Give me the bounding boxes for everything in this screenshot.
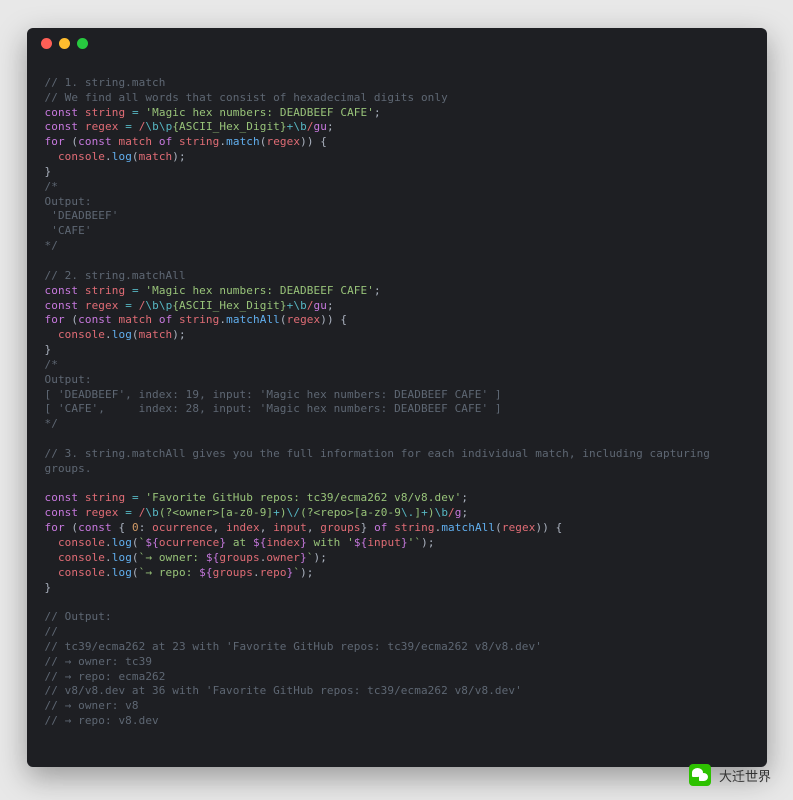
code-line: for (const { 0: ocurrence, index, input,… — [45, 521, 749, 536]
code-line: // tc39/ecma262 at 23 with 'Favorite Git… — [45, 640, 749, 655]
code-line: const string = 'Favorite GitHub repos: t… — [45, 491, 749, 506]
code-line: Output: — [45, 195, 749, 210]
watermark-label: 大迁世界 — [719, 766, 771, 785]
code-line: // v8/v8.dev at 36 with 'Favorite GitHub… — [45, 684, 749, 699]
code-editor: // 1. string.match// We find all words t… — [27, 55, 767, 737]
code-line: /* — [45, 180, 749, 195]
close-icon[interactable] — [41, 38, 52, 49]
code-line: // → owner: v8 — [45, 699, 749, 714]
code-line: // → owner: tc39 — [45, 655, 749, 670]
code-line: for (const match of string.match(regex))… — [45, 135, 749, 150]
code-line: 'CAFE' — [45, 224, 749, 239]
code-line: } — [45, 343, 749, 358]
code-line: console.log(`${ocurrence} at ${index} wi… — [45, 536, 749, 551]
maximize-icon[interactable] — [77, 38, 88, 49]
code-line: const regex = /\b\p{ASCII_Hex_Digit}+\b/… — [45, 299, 749, 314]
code-line: console.log(`→ repo: ${groups.repo}`); — [45, 566, 749, 581]
wechat-icon — [689, 764, 711, 786]
code-line: // We find all words that consist of hex… — [45, 91, 749, 106]
code-line: groups. — [45, 462, 749, 477]
code-line: } — [45, 165, 749, 180]
code-line: // — [45, 625, 749, 640]
code-line: // 3. string.matchAll gives you the full… — [45, 447, 749, 462]
titlebar — [27, 28, 767, 55]
code-line: console.log(`→ owner: ${groups.owner}`); — [45, 551, 749, 566]
code-line: [ 'CAFE', index: 28, input: 'Magic hex n… — [45, 402, 749, 417]
code-line — [45, 432, 749, 447]
code-line: for (const match of string.matchAll(rege… — [45, 313, 749, 328]
code-line: // → repo: ecma262 — [45, 670, 749, 685]
code-line: 'DEADBEEF' — [45, 209, 749, 224]
code-line: // 2. string.matchAll — [45, 269, 749, 284]
minimize-icon[interactable] — [59, 38, 70, 49]
code-line: console.log(match); — [45, 150, 749, 165]
code-line: console.log(match); — [45, 328, 749, 343]
code-line: const string = 'Magic hex numbers: DEADB… — [45, 284, 749, 299]
watermark-footer: 大迁世界 — [689, 764, 771, 786]
code-line: */ — [45, 239, 749, 254]
code-line: */ — [45, 417, 749, 432]
code-line: const regex = /\b(?<owner>[a-z0-9]+)\/(?… — [45, 506, 749, 521]
code-line: // Output: — [45, 610, 749, 625]
code-line: [ 'DEADBEEF', index: 19, input: 'Magic h… — [45, 388, 749, 403]
code-line: Output: — [45, 373, 749, 388]
code-line: } — [45, 581, 749, 596]
code-line — [45, 61, 749, 76]
code-line: // → repo: v8.dev — [45, 714, 749, 729]
code-line: const regex = /\b\p{ASCII_Hex_Digit}+\b/… — [45, 120, 749, 135]
code-line: /* — [45, 358, 749, 373]
code-line: const string = 'Magic hex numbers: DEADB… — [45, 106, 749, 121]
code-line: // 1. string.match — [45, 76, 749, 91]
code-window: // 1. string.match// We find all words t… — [27, 28, 767, 767]
code-line — [45, 477, 749, 492]
code-line — [45, 254, 749, 269]
code-line — [45, 595, 749, 610]
